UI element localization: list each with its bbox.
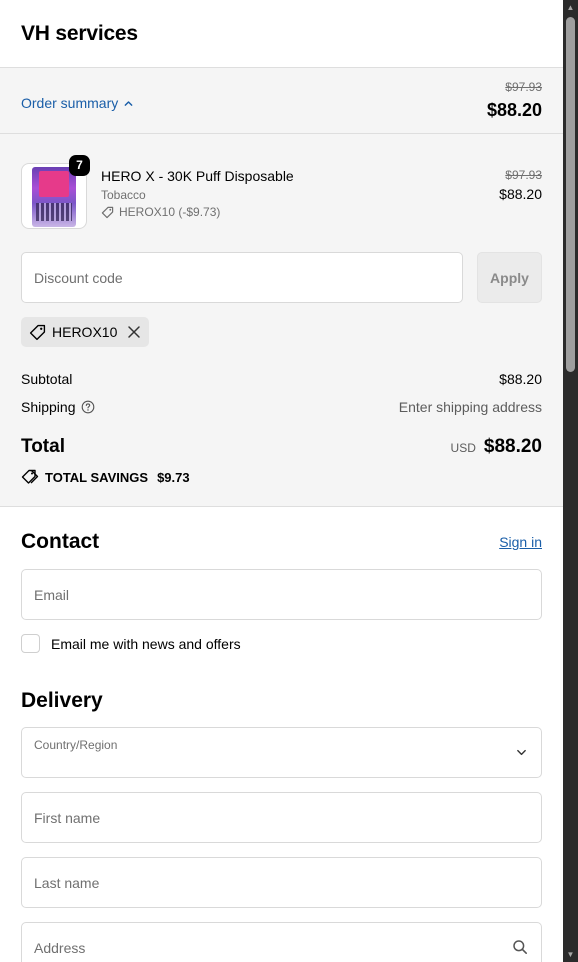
contact-title: Contact (21, 530, 100, 553)
order-summary: 7 HERO X - 30K Puff Disposable Tobacco H… (0, 134, 563, 507)
newsletter-option[interactable]: Email me with news and offers (21, 634, 241, 653)
scroll-up-arrow-icon[interactable]: ▲ (563, 0, 578, 15)
delivery-title: Delivery (21, 689, 103, 712)
total-savings-value: $9.73 (157, 469, 190, 485)
scroll-down-arrow-icon[interactable]: ▼ (563, 947, 578, 962)
first-name-field[interactable] (21, 792, 542, 843)
tag-icon (29, 324, 46, 340)
product-variant: Tobacco (101, 188, 146, 202)
shipping-value: Enter shipping address (398, 399, 542, 415)
product-image-art (32, 167, 76, 227)
checkout-page: VH services Order summary $97.93 $88.20 … (0, 0, 563, 962)
discount-row: Apply (21, 252, 542, 304)
subtotal-row: Subtotal $88.20 (21, 371, 542, 387)
shipping-row: Shipping Enter shipping address (21, 399, 542, 415)
email-field[interactable] (21, 569, 542, 620)
total-value: $88.20 (483, 436, 542, 457)
country-region-label: Country/Region (34, 738, 118, 752)
header: VH services (0, 0, 563, 68)
product-line: 7 HERO X - 30K Puff Disposable Tobacco H… (21, 155, 542, 232)
shipping-label: Shipping (21, 399, 76, 415)
product-discount-text: HEROX10 (-$9.73) (119, 205, 221, 219)
total-savings-label: TOTAL SAVINGS (45, 469, 149, 485)
newsletter-label: Email me with news and offers (51, 635, 241, 652)
search-icon[interactable] (512, 939, 528, 955)
product-discount: HEROX10 (-$9.73) (101, 205, 220, 219)
contact-header: Contact Sign in (21, 530, 542, 554)
newsletter-checkbox[interactable] (21, 634, 40, 653)
scrollbar[interactable]: ▲ ▼ (563, 0, 578, 962)
last-name-field[interactable] (21, 857, 542, 908)
product-title: HERO X - 30K Puff Disposable (101, 168, 294, 184)
tag-icon (101, 206, 114, 218)
applied-discount-chip: HEROX10 (21, 317, 150, 347)
savings-tag-icon (21, 469, 39, 484)
subtotal-label: Subtotal (21, 371, 73, 387)
total-savings: TOTAL SAVINGS $9.73 (21, 469, 190, 485)
summary-compare-price: $97.93 (505, 80, 542, 94)
order-summary-bar: Order summary $97.93 $88.20 (0, 68, 563, 134)
help-circle-icon[interactable] (81, 400, 95, 414)
summary-total: $88.20 (486, 100, 542, 120)
sign-in-link[interactable]: Sign in (499, 534, 542, 550)
quantity-badge: 7 (69, 155, 90, 176)
apply-discount-button[interactable]: Apply (477, 252, 542, 303)
total-row: Total USD $88.20 (21, 436, 542, 458)
scrollbar-thumb[interactable] (566, 17, 575, 372)
applied-discount-code: HEROX10 (52, 324, 118, 340)
product-price: $88.20 (499, 186, 542, 202)
product-compare-price: $97.93 (505, 168, 542, 182)
country-region-select[interactable]: Country/Region (21, 727, 542, 778)
shop-name[interactable]: VH services (21, 22, 138, 46)
total-currency: USD (450, 441, 476, 455)
chevron-up-icon (124, 100, 133, 106)
address-field[interactable] (21, 922, 542, 962)
order-summary-toggle[interactable]: Order summary (21, 95, 133, 111)
chevron-down-icon (517, 749, 526, 756)
total-label: Total (21, 436, 65, 457)
order-summary-toggle-label: Order summary (21, 95, 119, 111)
remove-discount-close-icon[interactable] (127, 325, 141, 339)
discount-code-input[interactable] (21, 252, 463, 303)
subtotal-value: $88.20 (499, 371, 542, 387)
